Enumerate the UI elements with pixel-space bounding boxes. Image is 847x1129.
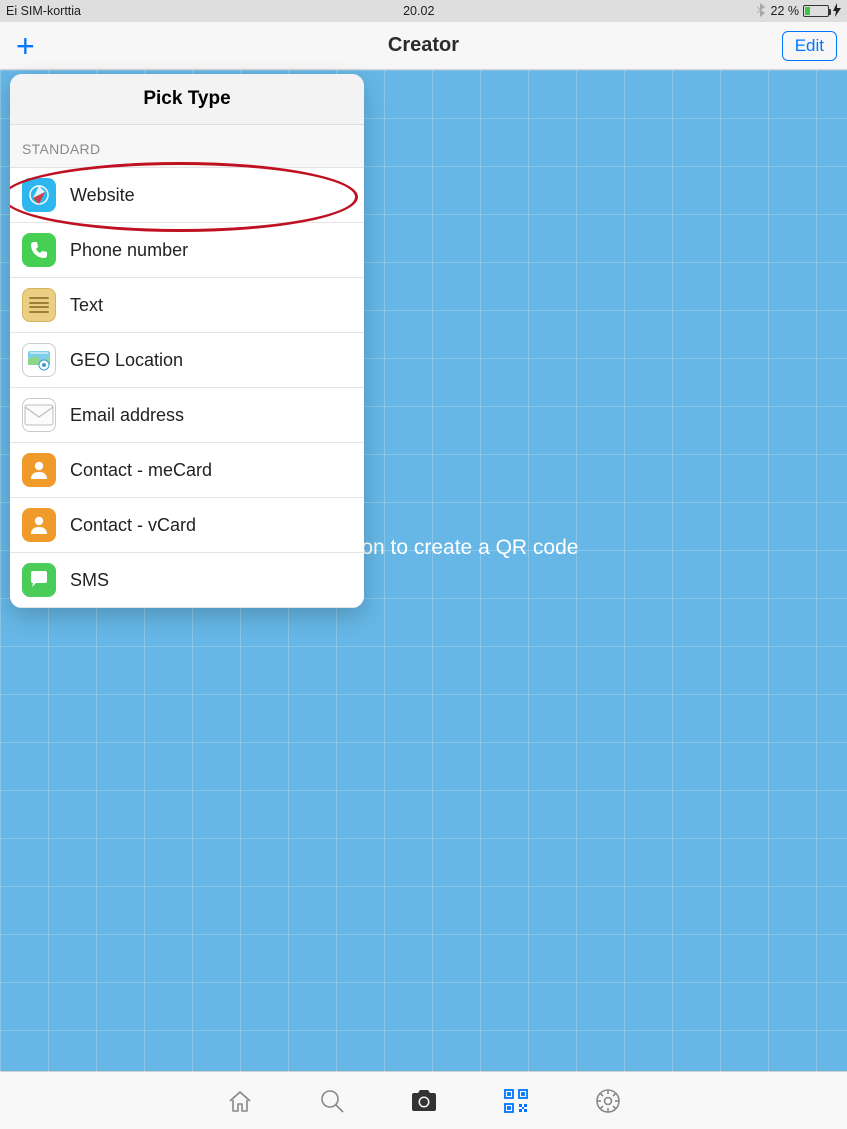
type-item-label: Email address bbox=[70, 405, 184, 426]
tab-settings[interactable] bbox=[593, 1086, 623, 1116]
type-item-label: Phone number bbox=[70, 240, 188, 261]
type-item-label: SMS bbox=[70, 570, 109, 591]
edit-button[interactable]: Edit bbox=[782, 31, 837, 61]
carrier-label: Ei SIM-korttia bbox=[6, 4, 81, 18]
battery-icon bbox=[803, 5, 829, 17]
type-item-website[interactable]: Website bbox=[10, 168, 364, 223]
type-item-label: Text bbox=[70, 295, 103, 316]
notes-icon bbox=[22, 288, 56, 322]
envelope-icon bbox=[22, 398, 56, 432]
tab-qrcode[interactable] bbox=[501, 1086, 531, 1116]
tab-camera[interactable] bbox=[409, 1086, 439, 1116]
type-item-label: Contact - vCard bbox=[70, 515, 196, 536]
pick-type-popover: Pick Type STANDARD Website Phone number … bbox=[10, 74, 364, 608]
content-area: Tap + button to create a QR code Pick Ty… bbox=[0, 70, 847, 1071]
type-item-label: Contact - meCard bbox=[70, 460, 212, 481]
popover-title: Pick Type bbox=[10, 74, 364, 125]
compass-icon bbox=[22, 178, 56, 212]
battery-percent: 22 % bbox=[771, 4, 800, 18]
type-item-mecard[interactable]: Contact - meCard bbox=[10, 443, 364, 498]
type-item-text[interactable]: Text bbox=[10, 278, 364, 333]
person-icon bbox=[22, 453, 56, 487]
bluetooth-icon bbox=[757, 3, 767, 20]
status-bar: Ei SIM-korttia 20.02 22 % bbox=[0, 0, 847, 22]
chat-bubble-icon bbox=[22, 563, 56, 597]
nav-bar: + Creator Edit bbox=[0, 22, 847, 70]
type-item-phone[interactable]: Phone number bbox=[10, 223, 364, 278]
person-icon bbox=[22, 508, 56, 542]
tab-bar bbox=[0, 1071, 847, 1129]
phone-icon bbox=[22, 233, 56, 267]
tab-home[interactable] bbox=[225, 1086, 255, 1116]
type-item-label: GEO Location bbox=[70, 350, 183, 371]
status-right: 22 % bbox=[757, 3, 842, 20]
section-label-standard: STANDARD bbox=[10, 125, 364, 168]
type-item-vcard[interactable]: Contact - vCard bbox=[10, 498, 364, 553]
page-title: Creator bbox=[0, 34, 847, 57]
charging-icon bbox=[833, 3, 841, 20]
type-item-email[interactable]: Email address bbox=[10, 388, 364, 443]
status-time: 20.02 bbox=[81, 4, 756, 18]
tab-search[interactable] bbox=[317, 1086, 347, 1116]
type-item-sms[interactable]: SMS bbox=[10, 553, 364, 608]
map-icon bbox=[22, 343, 56, 377]
add-button[interactable]: + bbox=[10, 31, 41, 61]
type-item-label: Website bbox=[70, 185, 135, 206]
type-item-geo[interactable]: GEO Location bbox=[10, 333, 364, 388]
